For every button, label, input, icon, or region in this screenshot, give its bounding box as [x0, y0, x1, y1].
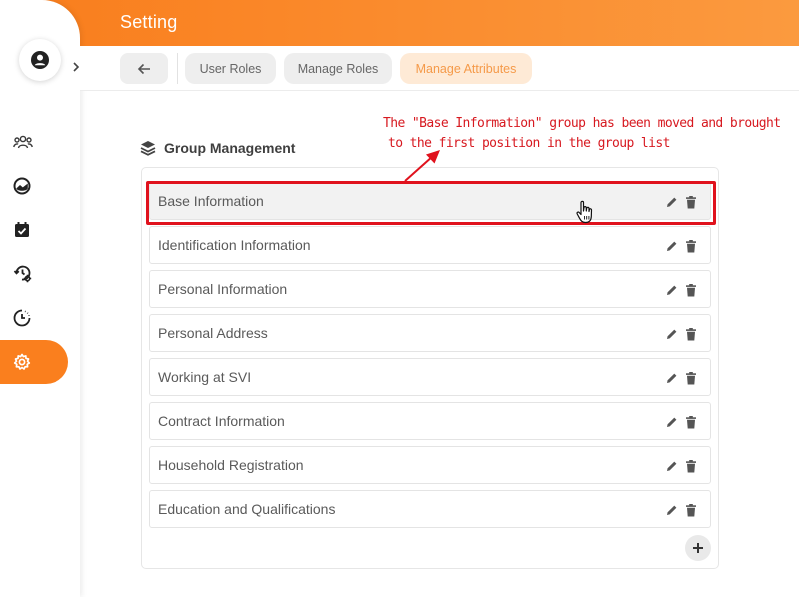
users-icon: [13, 135, 33, 149]
group-label: Education and Qualifications: [158, 501, 336, 517]
trash-icon[interactable]: [685, 283, 697, 297]
arrow-left-icon: [137, 63, 150, 74]
trash-icon[interactable]: [685, 239, 697, 253]
group-row[interactable]: Identification Information: [149, 226, 711, 264]
group-row[interactable]: Education and Qualifications: [149, 490, 711, 528]
group-label: Working at SVI: [158, 369, 252, 385]
dashboard-icon: [13, 177, 31, 195]
plus-icon: [693, 543, 703, 553]
pencil-icon[interactable]: [666, 328, 678, 340]
pencil-icon[interactable]: [666, 504, 678, 516]
page-title: Setting: [120, 12, 178, 32]
pencil-icon[interactable]: [666, 284, 678, 296]
pencil-icon[interactable]: [666, 372, 678, 384]
sidebar-item-users[interactable]: [0, 120, 68, 164]
tab-manage-roles[interactable]: Manage Roles: [284, 53, 392, 84]
trash-icon[interactable]: [685, 327, 697, 341]
sidebar-item-clock[interactable]: [0, 296, 68, 340]
history-settings-icon: [13, 265, 32, 283]
tab-divider: [177, 53, 178, 84]
tab-manage-attributes[interactable]: Manage Attributes: [400, 53, 532, 84]
group-row[interactable]: Working at SVI: [149, 358, 711, 396]
clock-icon: [13, 309, 31, 327]
sidebar-item-dashboard[interactable]: [0, 164, 68, 208]
group-row[interactable]: Household Registration: [149, 446, 711, 484]
group-row[interactable]: Personal Information: [149, 270, 711, 308]
gear-icon: [13, 353, 31, 370]
trash-icon[interactable]: [685, 415, 697, 429]
group-label: Identification Information: [158, 237, 311, 253]
annotation-line-1: The "Base Information" group has been mo…: [383, 116, 781, 131]
trash-icon[interactable]: [685, 371, 697, 385]
hand-cursor-icon: [576, 200, 593, 224]
layers-icon: [140, 141, 156, 156]
group-row[interactable]: Personal Address: [149, 314, 711, 352]
group-label: Personal Information: [158, 281, 288, 297]
calendar-check-icon: [15, 222, 29, 237]
sidebar-item-history-settings[interactable]: [0, 252, 68, 296]
sidebar-item-settings[interactable]: [0, 340, 68, 384]
annotation-line-2: to the first position in the group list: [388, 136, 670, 151]
tab-user-roles[interactable]: User Roles: [185, 53, 276, 84]
pencil-icon[interactable]: [666, 240, 678, 252]
user-circle-icon: [31, 51, 49, 69]
sidebar: [0, 0, 80, 597]
top-bar: Setting: [0, 0, 799, 46]
sidebar-item-tasks[interactable]: [0, 208, 68, 252]
user-avatar[interactable]: [19, 39, 61, 81]
section-title: Group Management: [164, 140, 296, 156]
section-header: Group Management: [140, 138, 295, 158]
group-label: Contract Information: [158, 413, 285, 429]
back-button[interactable]: [120, 53, 168, 84]
trash-icon[interactable]: [685, 459, 697, 473]
group-label: Personal Address: [158, 325, 268, 341]
add-group-button[interactable]: [685, 535, 711, 561]
group-label: Household Registration: [158, 457, 304, 473]
annotation-note: The "Base Information" group has been mo…: [383, 114, 783, 154]
trash-icon[interactable]: [685, 503, 697, 517]
pencil-icon[interactable]: [666, 416, 678, 428]
annotation-highlight-box: [146, 181, 716, 225]
group-row[interactable]: Contract Information: [149, 402, 711, 440]
pencil-icon[interactable]: [666, 460, 678, 472]
